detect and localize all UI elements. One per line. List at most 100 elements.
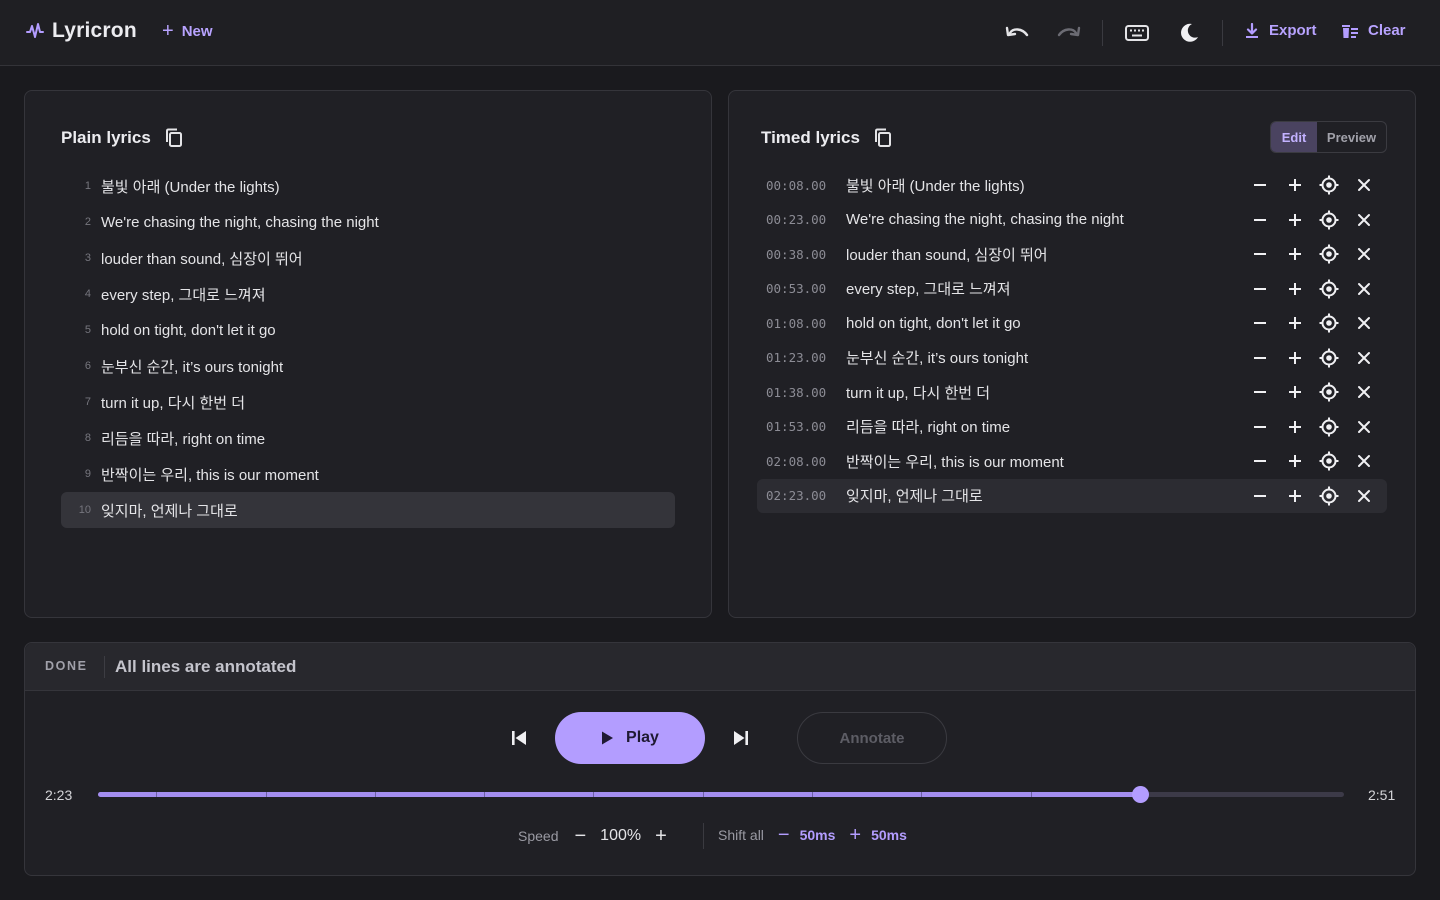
plain-lyric-line[interactable]: 10 잊지마, 언제나 그대로 (61, 492, 675, 528)
seek-to-line-button[interactable] (1312, 272, 1347, 306)
timestamp[interactable]: 01:08.00 (757, 316, 846, 331)
time-increase-button[interactable] (1278, 272, 1313, 306)
time-decrease-button[interactable] (1243, 375, 1278, 409)
seek-thumb[interactable] (1131, 786, 1149, 803)
previous-line-button[interactable] (504, 723, 534, 753)
plain-lyric-line[interactable]: 7 turn it up, 다시 한번 더 (61, 384, 675, 420)
remove-timestamp-button[interactable] (1347, 444, 1382, 478)
time-decrease-button[interactable] (1243, 341, 1278, 375)
timestamp[interactable]: 02:08.00 (757, 454, 846, 469)
theme-toggle-button[interactable] (1174, 18, 1204, 48)
export-button[interactable]: Export (1244, 22, 1317, 39)
time-increase-button[interactable] (1278, 237, 1313, 271)
remove-timestamp-button[interactable] (1347, 203, 1382, 237)
time-increase-button[interactable] (1278, 375, 1313, 409)
shift-plus-button[interactable]: + 50ms (849, 825, 907, 845)
remove-timestamp-button[interactable] (1347, 341, 1382, 375)
plain-lyric-line[interactable]: 9 반짝이는 우리, this is our moment (61, 456, 675, 492)
app-logo[interactable]: Lyricron (26, 19, 137, 43)
time-increase-button[interactable] (1278, 410, 1313, 444)
timed-lyric-line[interactable]: 02:23.00 잊지마, 언제나 그대로 (757, 478, 1387, 513)
timestamp[interactable]: 01:38.00 (757, 385, 846, 400)
time-increase-button[interactable] (1278, 341, 1313, 375)
seek-to-line-button[interactable] (1312, 168, 1347, 202)
remove-timestamp-button[interactable] (1347, 375, 1382, 409)
timestamp[interactable]: 01:23.00 (757, 350, 846, 365)
preview-mode-button[interactable]: Preview (1317, 122, 1386, 152)
remove-timestamp-button[interactable] (1347, 237, 1382, 271)
crosshair-icon (1319, 451, 1339, 471)
timed-lyric-line[interactable]: 00:53.00 every step, 그대로 느껴져 (757, 272, 1387, 306)
timed-lyric-line[interactable]: 00:23.00 We're chasing the night, chasing… (757, 203, 1387, 237)
redo-button[interactable] (1054, 18, 1084, 48)
seek-to-line-button[interactable] (1312, 203, 1347, 237)
export-label: Export (1269, 22, 1317, 39)
timestamp[interactable]: 00:23.00 (757, 212, 846, 227)
seek-to-line-button[interactable] (1312, 479, 1347, 513)
plain-lyric-line[interactable]: 3 louder than sound, 심장이 뛰어 (61, 240, 675, 276)
timestamp[interactable]: 02:23.00 (757, 488, 846, 503)
timed-lyric-line[interactable]: 00:08.00 불빛 아래 (Under the lights) (757, 168, 1387, 202)
minus-icon (1254, 494, 1267, 497)
logo-waveform-icon (26, 23, 44, 38)
undo-button[interactable] (1002, 18, 1032, 48)
seek-to-line-button[interactable] (1312, 444, 1347, 478)
play-button[interactable]: Play (555, 712, 705, 764)
plain-lyric-line[interactable]: 4 every step, 그대로 느껴져 (61, 276, 675, 312)
timed-lyric-line[interactable]: 01:53.00 리듬을 따라, right on time (757, 410, 1387, 444)
timestamp[interactable]: 01:53.00 (757, 419, 846, 434)
next-line-button[interactable] (726, 723, 756, 753)
timed-lyric-line[interactable]: 02:08.00 반짝이는 우리, this is our moment (757, 444, 1387, 478)
timestamp[interactable]: 00:08.00 (757, 178, 846, 193)
remove-timestamp-button[interactable] (1347, 479, 1382, 513)
shift-minus-button[interactable]: − 50ms (778, 825, 836, 845)
timed-lyric-line[interactable]: 01:38.00 turn it up, 다시 한번 더 (757, 375, 1387, 409)
remove-timestamp-button[interactable] (1347, 168, 1382, 202)
time-increase-button[interactable] (1278, 479, 1313, 513)
seek-slider[interactable] (98, 786, 1344, 803)
time-decrease-button[interactable] (1243, 168, 1278, 202)
speed-decrease-button[interactable]: − (574, 826, 586, 846)
time-increase-button[interactable] (1278, 306, 1313, 340)
seek-to-line-button[interactable] (1312, 237, 1347, 271)
timestamp[interactable]: 00:53.00 (757, 281, 846, 296)
plus-icon (1288, 282, 1301, 295)
time-increase-button[interactable] (1278, 168, 1313, 202)
time-increase-button[interactable] (1278, 203, 1313, 237)
remove-timestamp-button[interactable] (1347, 272, 1382, 306)
time-decrease-button[interactable] (1243, 479, 1278, 513)
time-decrease-button[interactable] (1243, 237, 1278, 271)
remove-timestamp-button[interactable] (1347, 410, 1382, 444)
keyboard-shortcuts-button[interactable] (1122, 18, 1152, 48)
plain-lyric-line[interactable]: 5 hold on tight, don't let it go (61, 312, 675, 348)
edit-mode-button[interactable]: Edit (1271, 122, 1317, 152)
trash-icon (1342, 24, 1358, 38)
timestamp[interactable]: 00:38.00 (757, 247, 846, 262)
lyric-text: every step, 그대로 느껴져 (101, 286, 266, 304)
timed-lyric-line[interactable]: 01:08.00 hold on tight, don't let it go (757, 306, 1387, 340)
plain-lyric-line[interactable]: 2 We're chasing the night, chasing the ni… (61, 204, 675, 240)
clear-button[interactable]: Clear (1341, 22, 1406, 39)
copy-icon[interactable] (874, 128, 892, 148)
time-decrease-button[interactable] (1243, 444, 1278, 478)
new-button[interactable]: + New (162, 21, 213, 41)
plain-lyric-line[interactable]: 6 눈부신 순간, it’s ours tonight (61, 348, 675, 384)
seek-to-line-button[interactable] (1312, 375, 1347, 409)
remove-timestamp-button[interactable] (1347, 306, 1382, 340)
timed-lyric-line[interactable]: 00:38.00 louder than sound, 심장이 뛰어 (757, 237, 1387, 271)
plain-lyric-line[interactable]: 1 불빛 아래 (Under the lights) (61, 168, 675, 204)
time-decrease-button[interactable] (1243, 203, 1278, 237)
copy-icon[interactable] (165, 128, 183, 148)
plain-lyric-line[interactable]: 8 리듬을 따라, right on time (61, 420, 675, 456)
speed-increase-button[interactable]: + (655, 826, 667, 846)
seek-to-line-button[interactable] (1312, 306, 1347, 340)
status-bar: DONE All lines are annotated (25, 643, 1415, 691)
seek-to-line-button[interactable] (1312, 410, 1347, 444)
timed-lyric-line[interactable]: 01:23.00 눈부신 순간, it’s ours tonight (757, 341, 1387, 375)
time-decrease-button[interactable] (1243, 272, 1278, 306)
annotate-button[interactable]: Annotate (797, 712, 947, 764)
time-decrease-button[interactable] (1243, 410, 1278, 444)
seek-to-line-button[interactable] (1312, 341, 1347, 375)
time-decrease-button[interactable] (1243, 306, 1278, 340)
time-increase-button[interactable] (1278, 444, 1313, 478)
